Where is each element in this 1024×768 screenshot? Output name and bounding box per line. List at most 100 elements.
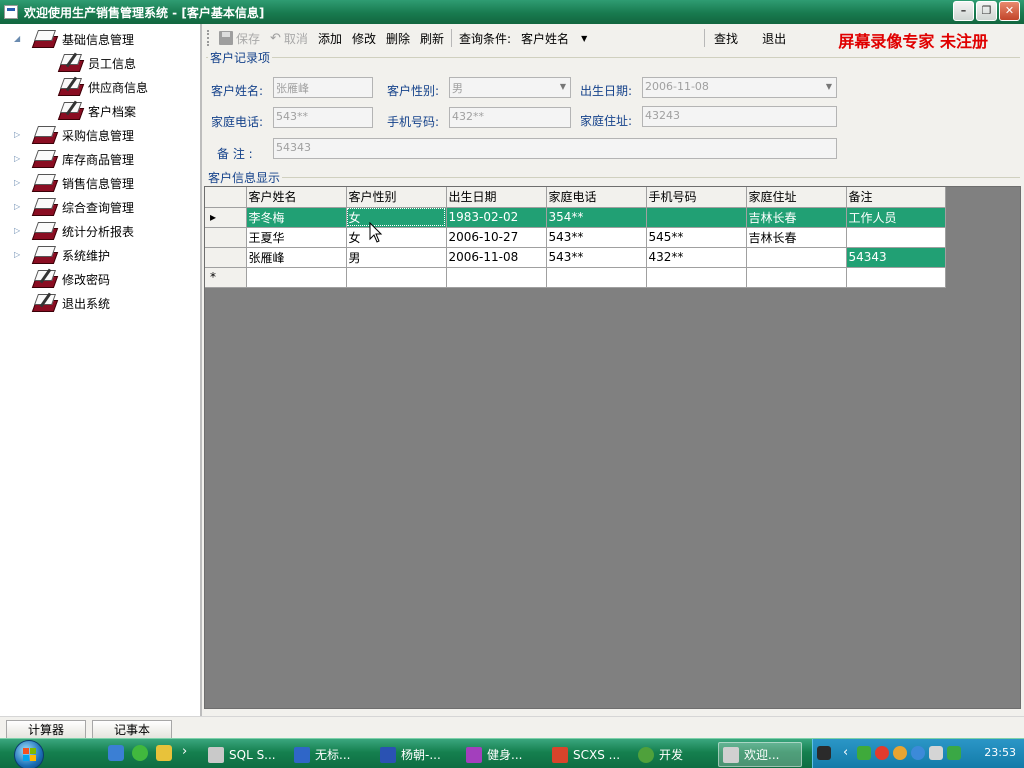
keyboard-icon[interactable]: [817, 746, 831, 760]
customer-data-grid[interactable]: 客户姓名 客户性别 出生日期 家庭电话 手机号码 家庭住址 备注 ▸ 李冬梅 女…: [204, 186, 1021, 709]
expand-arrow-icon[interactable]: ▷: [14, 154, 22, 163]
chevron-right-icon[interactable]: ›: [182, 744, 187, 759]
row-header[interactable]: [205, 227, 247, 248]
table-row[interactable]: 王夏华 女 2006-10-27 543** 545** 吉林长春: [205, 227, 946, 248]
table-cell[interactable]: [346, 267, 447, 288]
tree-item-query[interactable]: ▷ 综合查询管理: [14, 196, 134, 218]
qq-icon[interactable]: [893, 746, 907, 760]
start-button[interactable]: [6, 739, 50, 768]
table-cell[interactable]: 王夏华: [246, 227, 347, 248]
table-cell[interactable]: [646, 267, 747, 288]
tree-item-maintenance[interactable]: ▷ 系统维护: [14, 244, 110, 266]
clock[interactable]: 23:53: [984, 746, 1016, 759]
table-cell[interactable]: 工作人员: [846, 207, 946, 228]
calculator-tab[interactable]: 计算器: [6, 720, 86, 739]
table-cell[interactable]: [246, 267, 347, 288]
table-cell[interactable]: 2006-11-08: [446, 247, 547, 268]
table-cell[interactable]: 543**: [546, 227, 647, 248]
home-phone-field[interactable]: 543**: [273, 107, 373, 128]
table-cell[interactable]: [646, 207, 747, 228]
chevron-left-icon[interactable]: ‹: [843, 745, 848, 760]
table-cell[interactable]: 543**: [546, 247, 647, 268]
volume-icon[interactable]: [929, 746, 943, 760]
table-cell[interactable]: [846, 227, 946, 248]
column-header[interactable]: 手机号码: [646, 187, 747, 208]
customer-gender-select[interactable]: 男: [449, 77, 571, 98]
table-cell[interactable]: 吉林长春: [746, 227, 847, 248]
table-cell[interactable]: 2006-10-27: [446, 227, 547, 248]
table-cell[interactable]: 432**: [646, 247, 747, 268]
row-header-corner[interactable]: [205, 187, 247, 208]
tree-item-employee[interactable]: 员工信息: [57, 52, 136, 74]
toolbar-grip[interactable]: [207, 30, 210, 46]
column-header[interactable]: 家庭电话: [546, 187, 647, 208]
new-row[interactable]: *: [205, 267, 946, 288]
tree-item-basic-info[interactable]: ◢ 基础信息管理: [14, 28, 134, 50]
remark-field[interactable]: 54343: [273, 138, 837, 159]
customer-name-field[interactable]: 张雁峰: [273, 77, 373, 98]
folder-icon[interactable]: [156, 745, 172, 761]
edit-button[interactable]: 修改: [347, 28, 381, 48]
search-input[interactable]: [592, 28, 702, 48]
cancel-button[interactable]: ↶ 取消: [265, 28, 313, 48]
tree-item-sales[interactable]: ▷ 销售信息管理: [14, 172, 134, 194]
column-header[interactable]: 客户性别: [346, 187, 447, 208]
find-button[interactable]: 查找: [709, 28, 743, 48]
table-cell[interactable]: 女: [346, 207, 447, 228]
table-cell[interactable]: 545**: [646, 227, 747, 248]
current-row-indicator-icon[interactable]: ▸: [205, 207, 247, 228]
tree-item-purchase[interactable]: ▷ 采购信息管理: [14, 124, 134, 146]
mobile-field[interactable]: 432**: [449, 107, 571, 128]
table-cell[interactable]: 354**: [546, 207, 647, 228]
taskbar-item-sql[interactable]: SQL S...: [204, 742, 286, 767]
browser-icon[interactable]: [108, 745, 124, 761]
antivirus-icon[interactable]: [875, 746, 889, 760]
taskbar-item-word[interactable]: 杨朝-...: [376, 742, 458, 767]
network-icon[interactable]: [857, 746, 871, 760]
table-cell[interactable]: [746, 267, 847, 288]
expand-arrow-icon[interactable]: ▷: [14, 202, 22, 211]
home-address-field[interactable]: 43243: [642, 106, 837, 127]
refresh-button[interactable]: 刷新: [415, 28, 449, 48]
expand-arrow-icon[interactable]: ▷: [14, 226, 22, 235]
taskbar-item-dev[interactable]: 开发: [634, 742, 712, 767]
tree-item-reports[interactable]: ▷ 统计分析报表: [14, 220, 134, 242]
table-cell[interactable]: 54343: [846, 247, 946, 268]
close-button[interactable]: ✕: [999, 1, 1020, 21]
delete-button[interactable]: 删除: [381, 28, 415, 48]
tree-item-inventory[interactable]: ▷ 库存商品管理: [14, 148, 134, 170]
messenger-icon[interactable]: [911, 746, 925, 760]
restore-button[interactable]: ❐: [976, 1, 997, 21]
table-cell[interactable]: [846, 267, 946, 288]
tree-item-customer[interactable]: 客户档案: [57, 100, 136, 122]
column-header[interactable]: 客户姓名: [246, 187, 347, 208]
new-row-indicator-icon[interactable]: *: [205, 267, 247, 288]
expand-arrow-icon[interactable]: ▷: [14, 178, 22, 187]
table-cell[interactable]: 张雁峰: [246, 247, 347, 268]
media-player-icon[interactable]: [132, 745, 148, 761]
birth-date-picker[interactable]: 2006-11-08: [642, 77, 837, 98]
column-header[interactable]: 家庭住址: [746, 187, 847, 208]
taskbar-item-untitled[interactable]: 无标...: [290, 742, 372, 767]
table-row[interactable]: ▸ 李冬梅 女 1983-02-02 354** 吉林长春 工作人员: [205, 207, 946, 228]
table-cell[interactable]: 李冬梅: [246, 207, 347, 228]
row-header[interactable]: [205, 247, 247, 268]
taskbar-item-fitness[interactable]: 健身...: [462, 742, 544, 767]
save-button[interactable]: 保存: [214, 28, 265, 48]
expand-arrow-icon[interactable]: ▷: [14, 250, 22, 259]
minimize-button[interactable]: –: [953, 1, 974, 21]
table-row[interactable]: 张雁峰 男 2006-11-08 543** 432** 54343: [205, 247, 946, 268]
taskbar-item-welcome[interactable]: 欢迎...: [718, 742, 802, 767]
tree-item-supplier[interactable]: 供应商信息: [57, 76, 148, 98]
table-cell[interactable]: [546, 267, 647, 288]
table-cell[interactable]: [746, 247, 847, 268]
exit-button[interactable]: 退出: [757, 28, 791, 48]
notepad-tab[interactable]: 记事本: [92, 720, 172, 739]
tree-item-exit[interactable]: 退出系统: [31, 292, 110, 314]
tree-item-change-password[interactable]: 修改密码: [31, 268, 110, 290]
column-header[interactable]: 出生日期: [446, 187, 547, 208]
expand-arrow-icon[interactable]: ▷: [14, 130, 22, 139]
column-header[interactable]: 备注: [846, 187, 946, 208]
query-condition-dropdown[interactable]: 客户姓名 ▼: [516, 28, 592, 48]
table-cell[interactable]: [446, 267, 547, 288]
